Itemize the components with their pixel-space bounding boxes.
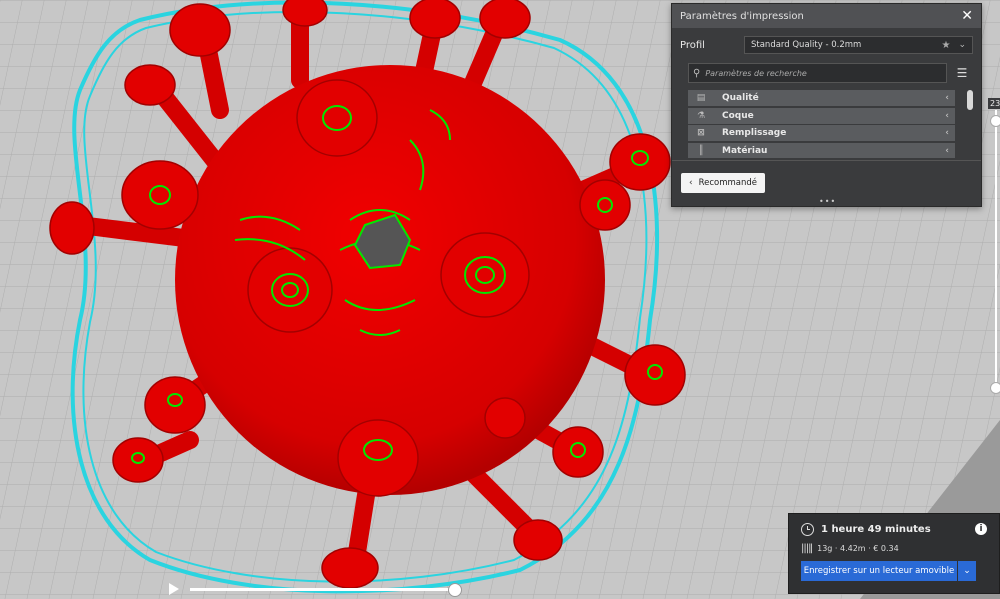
chevron-left-icon: ‹ xyxy=(945,128,949,138)
category-shell[interactable]: ⚗ Coque ‹ xyxy=(688,107,955,124)
chevron-down-icon: ⌄ xyxy=(963,566,971,576)
profile-row: Profil Standard Quality - 0.2mm ★ ⌄ xyxy=(672,28,981,62)
close-icon[interactable]: ✕ xyxy=(961,8,973,24)
category-label: Matériau xyxy=(722,145,768,156)
print-time-row: 1 heure 49 minutes xyxy=(801,523,931,536)
panel-title: Paramètres d'impression xyxy=(680,10,804,22)
settings-category-list: ▤ Qualité ‹ ⚗ Coque ‹ ⊠ Remplissage ‹ ║ … xyxy=(688,90,973,158)
material-icon: ║ xyxy=(698,145,704,156)
search-input[interactable] xyxy=(703,67,942,79)
simulation-knob[interactable] xyxy=(448,583,462,597)
profile-label: Profil xyxy=(680,39,705,51)
category-quality[interactable]: ▤ Qualité ‹ xyxy=(688,90,955,106)
print-time: 1 heure 49 minutes xyxy=(821,524,931,535)
layer-slider-track[interactable] xyxy=(995,110,997,390)
profile-value: Standard Quality - 0.2mm xyxy=(751,40,862,50)
chevron-left-icon: ‹ xyxy=(689,178,693,188)
material-usage: 13g · 4.42m · € 0.34 xyxy=(817,544,899,553)
chevron-left-icon: ‹ xyxy=(945,145,949,156)
print-settings-panel: Paramètres d'impression ✕ Profil Standar… xyxy=(671,3,982,207)
save-to-removable-button[interactable]: Enregistrer sur un lecteur amovible xyxy=(801,561,957,581)
resize-grip-icon[interactable]: ••• xyxy=(819,197,836,206)
layer-slider-bottom-handle[interactable] xyxy=(990,382,1000,394)
star-icon[interactable]: ★ xyxy=(941,40,950,51)
search-row: ⚲ ☰ xyxy=(672,62,981,84)
panel-header: Paramètres d'impression ✕ xyxy=(672,4,981,28)
layer-slider-top-handle[interactable] xyxy=(990,115,1000,127)
category-material[interactable]: ║ Matériau ‹ xyxy=(688,142,955,158)
profile-dropdown[interactable]: Standard Quality - 0.2mm ★ ⌄ xyxy=(744,36,973,54)
chevron-left-icon: ‹ xyxy=(945,93,949,103)
recommended-label: Recommandé xyxy=(698,178,758,188)
category-label: Qualité xyxy=(722,93,759,103)
quality-icon: ▤ xyxy=(696,93,706,103)
menu-icon[interactable]: ☰ xyxy=(951,66,973,80)
recommended-button[interactable]: ‹ Recommandé xyxy=(681,173,766,193)
info-icon[interactable]: i xyxy=(975,523,987,535)
play-icon[interactable] xyxy=(169,583,179,595)
simulation-track[interactable] xyxy=(190,588,454,591)
job-info-panel: 1 heure 49 minutes i |||‖ 13g · 4.42m · … xyxy=(788,513,1000,594)
category-infill[interactable]: ⊠ Remplissage ‹ xyxy=(688,125,955,141)
chevron-left-icon: ‹ xyxy=(945,110,949,121)
shell-icon: ⚗ xyxy=(696,110,706,121)
layer-number-label: 23 xyxy=(988,98,1000,109)
panel-divider xyxy=(672,160,981,161)
filament-icon: |||‖ xyxy=(801,543,813,554)
chevron-down-icon: ⌄ xyxy=(958,40,966,50)
material-usage-row: |||‖ 13g · 4.42m · € 0.34 xyxy=(801,543,899,554)
search-box: ⚲ xyxy=(688,63,947,83)
category-scrollbar[interactable] xyxy=(967,90,973,110)
category-label: Coque xyxy=(722,110,754,121)
infill-icon: ⊠ xyxy=(697,128,705,138)
category-label: Remplissage xyxy=(722,128,787,138)
save-options-dropdown[interactable]: ⌄ xyxy=(958,561,976,581)
search-icon: ⚲ xyxy=(693,67,701,79)
clock-icon xyxy=(801,523,814,536)
